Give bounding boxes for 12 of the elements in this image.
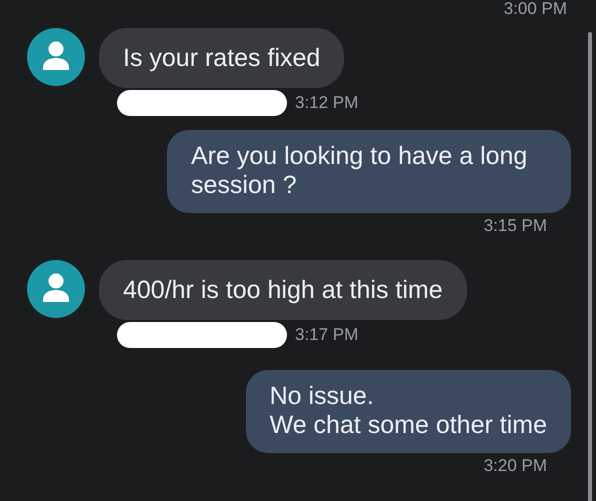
timestamp: 3:17 PM <box>295 325 358 345</box>
avatar-icon <box>27 28 85 86</box>
message-bubble: Is your rates fixed <box>99 28 344 88</box>
message-bubble: 400/hr is too high at this time <box>99 260 467 320</box>
avatar-icon <box>27 260 85 318</box>
message-bubble: No issue. We chat some other time <box>246 370 571 453</box>
timestamp: 3:15 PM <box>484 216 547 236</box>
timestamp: 3:12 PM <box>295 93 358 113</box>
timestamp: 3:00 PM <box>504 0 568 18</box>
scrollbar[interactable] <box>588 32 592 501</box>
timestamp: 3:20 PM <box>484 456 547 476</box>
message-bubble: Are you looking to have a long session ? <box>167 130 571 213</box>
